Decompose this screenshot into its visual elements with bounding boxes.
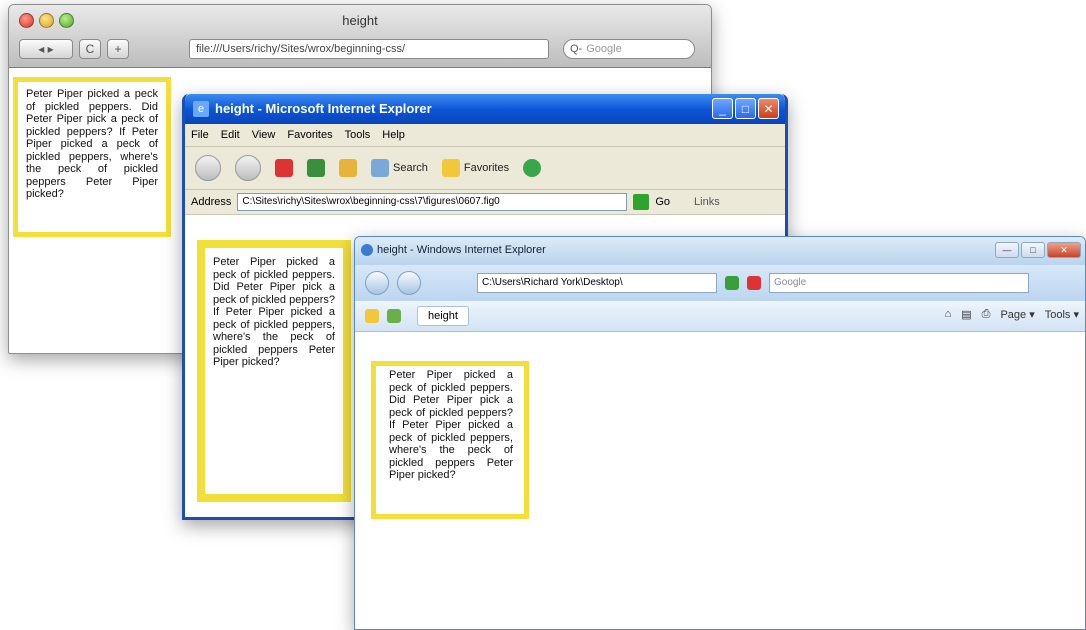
media-icon[interactable] — [523, 159, 542, 177]
home-icon[interactable]: ⌂ — [945, 308, 952, 321]
overflowing-content: Peter Piper picked a peck of pickled pep… — [381, 369, 521, 482]
menu-edit[interactable]: Edit — [221, 129, 240, 141]
back-button[interactable] — [195, 155, 221, 181]
height-box: Peter Piper picked a peck of pickled pep… — [13, 77, 171, 237]
maximize-button[interactable]: □ — [735, 98, 756, 119]
home-icon[interactable] — [339, 159, 357, 177]
window-title: height - Windows Internet Explorer — [377, 244, 546, 256]
print-icon[interactable]: ⎙ — [982, 308, 991, 321]
safari-titlebar: height ◂ ▸ C + file:///Users/richy/Sites… — [9, 5, 711, 68]
favorites-label: Favorites — [463, 162, 510, 174]
ie6-titlebar: e height - Microsoft Internet Explorer _… — [185, 94, 785, 124]
search-label: Search — [393, 162, 428, 174]
navigation-bar: C:\Users\Richard York\Desktop\ Google — [355, 265, 1085, 301]
add-bookmark-button[interactable]: + — [107, 39, 129, 59]
back-forward-button[interactable]: ◂ ▸ — [19, 39, 73, 59]
window-title: height — [342, 13, 378, 28]
height-box: Peter Piper picked a peck of pickled pep… — [197, 240, 351, 502]
address-bar: Address C:\Sites\richy\Sites\wrox\beginn… — [185, 190, 785, 215]
forward-button[interactable] — [397, 271, 421, 295]
search-button[interactable]: Search — [371, 159, 428, 177]
ie-page-icon — [361, 244, 373, 256]
paragraph-text: Peter Piper picked a peck of pickled pep… — [213, 256, 335, 368]
menu-view[interactable]: View — [252, 129, 276, 141]
close-button[interactable]: ✕ — [1047, 242, 1081, 258]
window-controls: — □ ✕ — [995, 242, 1081, 258]
address-field[interactable]: C:\Users\Richard York\Desktop\ — [477, 273, 717, 293]
search-field[interactable]: Q- Google — [563, 39, 695, 59]
ie-page-icon: e — [193, 101, 209, 117]
search-field[interactable]: Google — [769, 273, 1029, 293]
refresh-icon[interactable] — [725, 276, 739, 290]
command-bar: height ⌂ ▤ ⎙ Page ▾ Tools ▾ — [355, 301, 1085, 332]
magnifier-icon — [371, 159, 389, 177]
page-menu[interactable]: Page ▾ — [1000, 308, 1034, 321]
favorites-button[interactable]: Favorites — [441, 159, 510, 177]
menu-bar: File Edit View Favorites Tools Help — [185, 124, 785, 147]
paragraph-text: Peter Piper picked a peck of pickled pep… — [389, 369, 513, 481]
menu-favorites[interactable]: Favorites — [287, 129, 332, 141]
window-controls: _ □ ✕ — [712, 98, 779, 119]
stop-icon[interactable] — [275, 159, 293, 177]
address-label: Address — [191, 196, 232, 208]
links-label[interactable]: Links — [694, 196, 720, 208]
stop-icon[interactable] — [747, 276, 761, 290]
close-button[interactable]: ✕ — [758, 98, 779, 119]
search-placeholder: Google — [586, 43, 622, 55]
address-field[interactable]: C:\Sites\richy\Sites\wrox\beginning-css\… — [237, 193, 628, 211]
forward-button[interactable] — [235, 155, 261, 181]
window-title: height - Microsoft Internet Explorer — [215, 101, 432, 116]
menu-file[interactable]: File — [191, 129, 209, 141]
tab-height[interactable]: height — [417, 306, 469, 326]
standard-toolbar: Search Favorites — [185, 147, 785, 190]
favorites-star-icon[interactable] — [365, 309, 379, 323]
ie7-titlebar: height - Windows Internet Explorer — □ ✕ — [355, 237, 1085, 265]
minimize-button[interactable]: — — [995, 242, 1019, 258]
go-label[interactable]: Go — [655, 196, 670, 208]
safari-toolbar: ◂ ▸ C + — [19, 39, 129, 59]
add-favorites-icon[interactable] — [387, 309, 401, 323]
maximize-button[interactable]: □ — [1021, 242, 1045, 258]
ie7-window: height - Windows Internet Explorer — □ ✕… — [354, 236, 1086, 630]
feeds-icon[interactable]: ▤ — [961, 308, 971, 321]
menu-help[interactable]: Help — [382, 129, 405, 141]
refresh-icon[interactable] — [307, 159, 325, 177]
search-icon: Q- — [570, 43, 583, 55]
tools-menu[interactable]: Tools ▾ — [1045, 308, 1079, 321]
star-icon — [441, 159, 460, 177]
paragraph-text: Peter Piper picked a peck of pickled pep… — [26, 88, 158, 200]
command-menu: ⌂ ▤ ⎙ Page ▾ Tools ▾ — [945, 308, 1079, 321]
go-icon[interactable] — [633, 194, 650, 210]
reload-button[interactable]: C — [79, 39, 101, 59]
back-button[interactable] — [365, 271, 389, 295]
menu-tools[interactable]: Tools — [345, 129, 371, 141]
address-field[interactable]: file:///Users/richy/Sites/wrox/beginning… — [189, 39, 549, 59]
minimize-button[interactable]: _ — [712, 98, 733, 119]
